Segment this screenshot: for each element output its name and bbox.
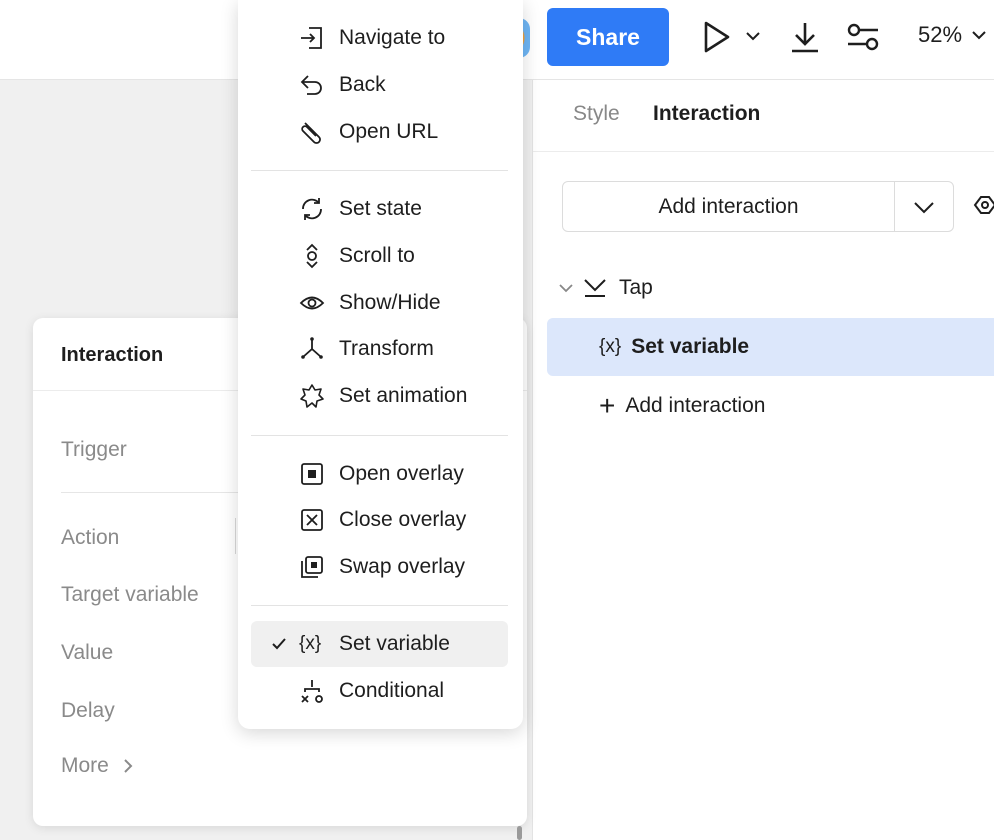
animation-icon <box>299 383 339 409</box>
trigger-field-label: Trigger <box>61 438 127 461</box>
trigger-row[interactable]: Tap <box>559 276 653 300</box>
settings-sliders-icon[interactable] <box>845 20 881 54</box>
value-field-label: Value <box>61 641 114 664</box>
action-menu: Navigate to Back Open URL Set state Scro… <box>238 0 523 729</box>
open-overlay-icon <box>299 461 339 487</box>
chevron-down-icon <box>972 31 986 40</box>
add-interaction-row[interactable]: + Add interaction <box>599 390 765 422</box>
menu-item-open-url[interactable]: Open URL <box>251 109 508 155</box>
share-button[interactable]: Share <box>547 8 669 66</box>
action-field-label: Action <box>61 526 120 549</box>
add-interaction-dropdown: Add interaction <box>562 181 954 232</box>
menu-separator <box>251 170 508 171</box>
menu-item-scroll-to[interactable]: Scroll to <box>251 233 508 279</box>
add-interaction-button[interactable]: Add interaction <box>563 182 895 231</box>
interaction-card-title: Interaction <box>61 344 164 366</box>
play-icon[interactable] <box>700 20 732 54</box>
menu-item-label: Open overlay <box>339 462 464 485</box>
scrollbar[interactable] <box>517 826 522 840</box>
menu-item-swap-overlay[interactable]: Swap overlay <box>251 544 508 590</box>
menu-item-label: Set state <box>339 197 422 220</box>
eye-icon <box>299 290 339 316</box>
selected-action-label: Set variable <box>631 335 750 358</box>
menu-item-open-overlay[interactable]: Open overlay <box>251 451 508 497</box>
conditional-icon <box>299 678 339 704</box>
checkmark-icon <box>251 637 299 651</box>
close-overlay-icon <box>299 507 339 533</box>
download-icon[interactable] <box>789 20 821 54</box>
variable-icon: {x} <box>299 633 322 654</box>
menu-item-label: Set animation <box>339 384 468 407</box>
panel-tabs: Style Interaction <box>533 80 994 152</box>
menu-item-label: Back <box>339 73 386 96</box>
menu-item-set-animation[interactable]: Set animation <box>251 373 508 419</box>
zoom-label: 52% <box>918 22 963 47</box>
zoom-control[interactable]: 52% <box>918 22 986 48</box>
menu-item-label: Scroll to <box>339 244 415 267</box>
variable-icon: {x} <box>599 336 622 357</box>
menu-item-close-overlay[interactable]: Close overlay <box>251 497 508 543</box>
divider <box>61 492 241 493</box>
chevron-right-icon <box>124 759 133 773</box>
menu-item-show-hide[interactable]: Show/Hide <box>251 280 508 326</box>
tap-trigger-icon <box>584 279 606 297</box>
menu-item-transform[interactable]: Transform <box>251 326 508 372</box>
transform-icon <box>299 336 339 362</box>
plus-icon: + <box>599 390 616 421</box>
menu-item-label: Close overlay <box>339 508 467 531</box>
menu-item-label: Navigate to <box>339 26 446 49</box>
chevron-down-icon[interactable] <box>745 30 761 42</box>
tab-interaction[interactable]: Interaction <box>653 102 760 126</box>
menu-item-navigate-to[interactable]: Navigate to <box>251 15 508 61</box>
menu-item-back[interactable]: Back <box>251 62 508 108</box>
back-icon <box>299 72 339 98</box>
menu-item-conditional[interactable]: Conditional <box>251 668 508 714</box>
chevron-down-icon <box>559 284 573 293</box>
menu-separator <box>251 605 508 606</box>
trigger-label: Tap <box>619 276 653 299</box>
menu-item-set-variable[interactable]: {x} Set variable <box>251 621 508 667</box>
menu-item-set-state[interactable]: Set state <box>251 186 508 232</box>
properties-panel: Style Interaction Add interaction Tap {x… <box>532 80 994 840</box>
menu-separator <box>251 435 508 436</box>
selected-action-row[interactable]: {x} Set variable <box>547 318 994 376</box>
swap-overlay-icon <box>299 554 339 580</box>
navigate-icon <box>299 25 339 51</box>
scroll-icon <box>299 243 339 269</box>
chevron-down-icon <box>914 201 934 213</box>
add-interaction-caret[interactable] <box>895 182 953 231</box>
menu-item-label: Show/Hide <box>339 291 441 314</box>
link-icon <box>299 119 339 145</box>
target-variable-field-label: Target variable <box>61 583 199 606</box>
menu-item-label: Conditional <box>339 679 445 702</box>
menu-item-label: Swap overlay <box>339 555 466 578</box>
refresh-icon <box>299 196 339 222</box>
more-label: More <box>61 754 109 777</box>
menu-item-label: Set variable <box>339 632 450 655</box>
menu-item-label: Transform <box>339 337 434 360</box>
component-icon[interactable] <box>973 193 994 222</box>
tab-style[interactable]: Style <box>573 102 620 126</box>
more-toggle[interactable]: More <box>61 754 133 778</box>
delay-field-label: Delay <box>61 699 115 722</box>
menu-item-label: Open URL <box>339 120 439 143</box>
add-interaction-row-label: Add interaction <box>625 394 766 417</box>
